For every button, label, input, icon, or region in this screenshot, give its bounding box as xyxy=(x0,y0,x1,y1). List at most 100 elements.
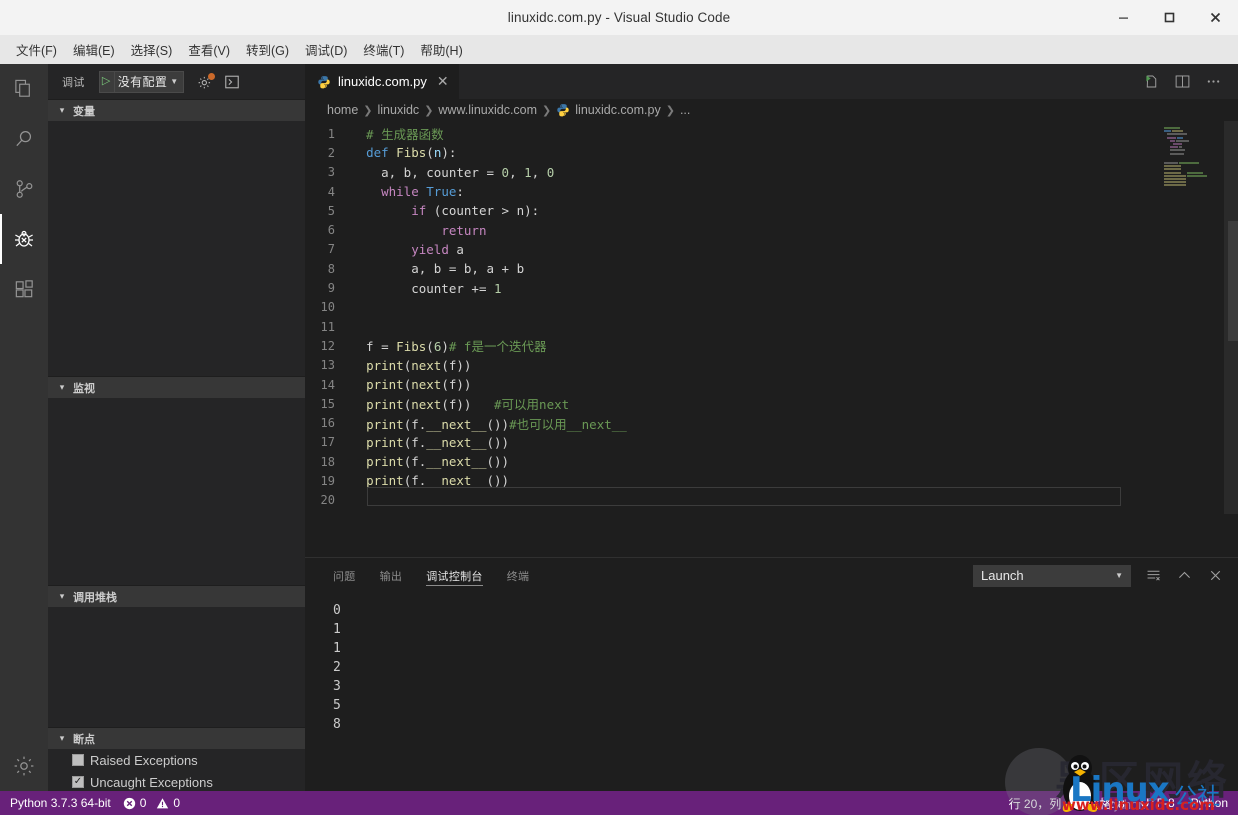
line-number: 11 xyxy=(305,320,351,334)
tab-problems[interactable]: 问题 xyxy=(321,558,368,593)
line-number: 4 xyxy=(305,185,351,199)
more-actions-icon[interactable] xyxy=(1205,73,1222,90)
menu-terminal[interactable]: 终端(T) xyxy=(355,37,412,62)
menu-view[interactable]: 查看(V) xyxy=(180,37,238,62)
debug-sidebar-header: 调试 ▷ 没有配置 ▼ xyxy=(48,64,305,99)
tab-output[interactable]: 输出 xyxy=(368,558,415,593)
breadcrumb-item-home[interactable]: home xyxy=(327,103,358,117)
line-number: 13 xyxy=(305,358,351,372)
line-number: 19 xyxy=(305,474,351,488)
console-line: 1 xyxy=(333,620,1238,639)
breadcrumb-file-label: linuxidc.com.py xyxy=(575,103,660,117)
status-encoding[interactable]: UTF-8 xyxy=(1141,796,1175,810)
section-call-stack[interactable]: ▾ 调用堆栈 xyxy=(48,585,305,607)
breakpoint-label: Raised Exceptions xyxy=(90,753,198,768)
divider xyxy=(114,72,115,92)
line-number: 18 xyxy=(305,455,351,469)
window-title: linuxidc.com.py - Visual Studio Code xyxy=(508,10,730,25)
status-warnings-count: 0 xyxy=(173,796,180,810)
debug-configuration-select[interactable]: ▷ 没有配置 ▼ xyxy=(99,71,184,93)
minimize-icon[interactable] xyxy=(1100,0,1146,35)
menu-go[interactable]: 转到(G) xyxy=(238,37,297,62)
debug-console-select[interactable]: Launch ▼ xyxy=(973,565,1131,587)
section-variables[interactable]: ▾ 变量 xyxy=(48,99,305,121)
line-number: 1 xyxy=(305,127,351,141)
source-control-icon[interactable] xyxy=(0,164,48,214)
split-editor-icon[interactable] xyxy=(1174,73,1191,90)
code-line: 16 print(f.__next__())#也可以用__next__ xyxy=(305,413,1238,432)
close-icon[interactable] xyxy=(1207,567,1224,584)
code-line: 12 f = Fibs(6)# f是一个迭代器 xyxy=(305,336,1238,355)
status-language-mode[interactable]: Python xyxy=(1191,796,1228,810)
panel-actions: Launch ▼ xyxy=(973,565,1238,587)
code-line: 17 print(f.__next__()) xyxy=(305,433,1238,452)
close-icon[interactable]: ✕ xyxy=(437,73,449,90)
breakpoint-row-raised[interactable]: Raised Exceptions xyxy=(48,749,305,771)
breadcrumb-item-more[interactable]: ... xyxy=(680,103,690,117)
menu-debug[interactable]: 调试(D) xyxy=(297,37,355,62)
line-number: 5 xyxy=(305,204,351,218)
breadcrumb-item-www[interactable]: www.linuxidc.com xyxy=(438,103,537,117)
chevron-up-icon[interactable] xyxy=(1176,567,1193,584)
status-indentation[interactable]: 空格: 8 xyxy=(1087,795,1124,812)
tab-debug-console[interactable]: 调试控制台 xyxy=(414,558,495,593)
breakpoint-row-uncaught[interactable]: ✓ Uncaught Exceptions xyxy=(48,771,305,793)
editor-tab-linuxidc[interactable]: linuxidc.com.py ✕ xyxy=(305,64,460,99)
chevron-down-icon[interactable]: ▼ xyxy=(170,77,178,86)
open-debug-console-icon[interactable] xyxy=(223,73,241,91)
chevron-down-icon[interactable]: ▼ xyxy=(1115,571,1123,580)
code-line: 18 print(f.__next__()) xyxy=(305,452,1238,471)
status-python-version[interactable]: Python 3.7.3 64-bit xyxy=(10,796,111,810)
checkbox-checked-icon[interactable]: ✓ xyxy=(72,776,84,788)
python-file-icon xyxy=(556,103,570,117)
code-line: 13 print(next(f)) xyxy=(305,356,1238,375)
gear-dot-icon[interactable] xyxy=(196,73,214,91)
line-number: 9 xyxy=(305,281,351,295)
menu-help[interactable]: 帮助(H) xyxy=(412,37,470,62)
status-bar-right: 行 20，列 1 空格: 8 UTF-8 Python xyxy=(1009,795,1228,812)
section-call-stack-body xyxy=(48,607,305,727)
code-line: 7 yield a xyxy=(305,240,1238,259)
play-icon[interactable]: ▷ xyxy=(102,76,111,87)
section-breakpoints-body: Raised Exceptions ✓ Uncaught Exceptions xyxy=(48,749,305,793)
menu-edit[interactable]: 编辑(E) xyxy=(65,37,123,62)
breakpoint-label: Uncaught Exceptions xyxy=(90,775,213,790)
status-bar: Python 3.7.3 64-bit 0 0 xyxy=(0,791,1238,815)
search-icon[interactable] xyxy=(0,114,48,164)
status-problems[interactable]: 0 0 xyxy=(123,796,180,810)
editor-tab-bar: linuxidc.com.py ✕ xyxy=(305,64,1238,99)
menu-selection[interactable]: 选择(S) xyxy=(123,37,181,62)
section-variables-body xyxy=(48,121,305,376)
checkbox-unchecked-icon[interactable] xyxy=(72,754,84,766)
breadcrumb-item-file[interactable]: linuxidc.com.py xyxy=(556,103,660,117)
code-line: 1 # 生成器函数 xyxy=(305,124,1238,143)
section-variables-label: 变量 xyxy=(73,103,95,119)
files-explorer-icon[interactable] xyxy=(0,64,48,114)
gear-settings-icon[interactable] xyxy=(0,741,48,791)
console-line: 8 xyxy=(333,715,1238,734)
code-line: 15 print(next(f)) #可以用next xyxy=(305,394,1238,413)
menu-bar: 文件(F) 编辑(E) 选择(S) 查看(V) 转到(G) 调试(D) 终端(T… xyxy=(0,35,1238,64)
code-line: 4 while True: xyxy=(305,182,1238,201)
maximize-icon[interactable] xyxy=(1146,0,1192,35)
debug-configuration-value: 没有配置 xyxy=(118,73,168,90)
section-watch[interactable]: ▾ 监视 xyxy=(48,376,305,398)
section-breakpoints[interactable]: ▾ 断点 xyxy=(48,727,305,749)
console-line: 1 xyxy=(333,639,1238,658)
code-line: 9 counter += 1 xyxy=(305,278,1238,297)
clear-console-icon[interactable] xyxy=(1145,567,1162,584)
extensions-icon[interactable] xyxy=(0,264,48,314)
tab-terminal[interactable]: 终端 xyxy=(495,558,542,593)
editor-scrollbar[interactable] xyxy=(1228,221,1238,341)
debug-bug-icon[interactable] xyxy=(0,214,48,264)
code-line: 10 xyxy=(305,298,1238,317)
line-number: 10 xyxy=(305,300,351,314)
editor-minimap[interactable] xyxy=(1160,127,1224,507)
run-python-file-icon[interactable] xyxy=(1143,73,1160,90)
line-number: 3 xyxy=(305,165,351,179)
breadcrumb-item-linuxidc[interactable]: linuxidc xyxy=(378,103,420,117)
code-editor[interactable]: 1 # 生成器函数 2 def Fibs(n): 3 a, b, counter… xyxy=(305,121,1238,514)
close-icon[interactable] xyxy=(1192,0,1238,35)
menu-file[interactable]: 文件(F) xyxy=(8,37,65,62)
status-cursor-position[interactable]: 行 20，列 1 xyxy=(1009,795,1072,812)
